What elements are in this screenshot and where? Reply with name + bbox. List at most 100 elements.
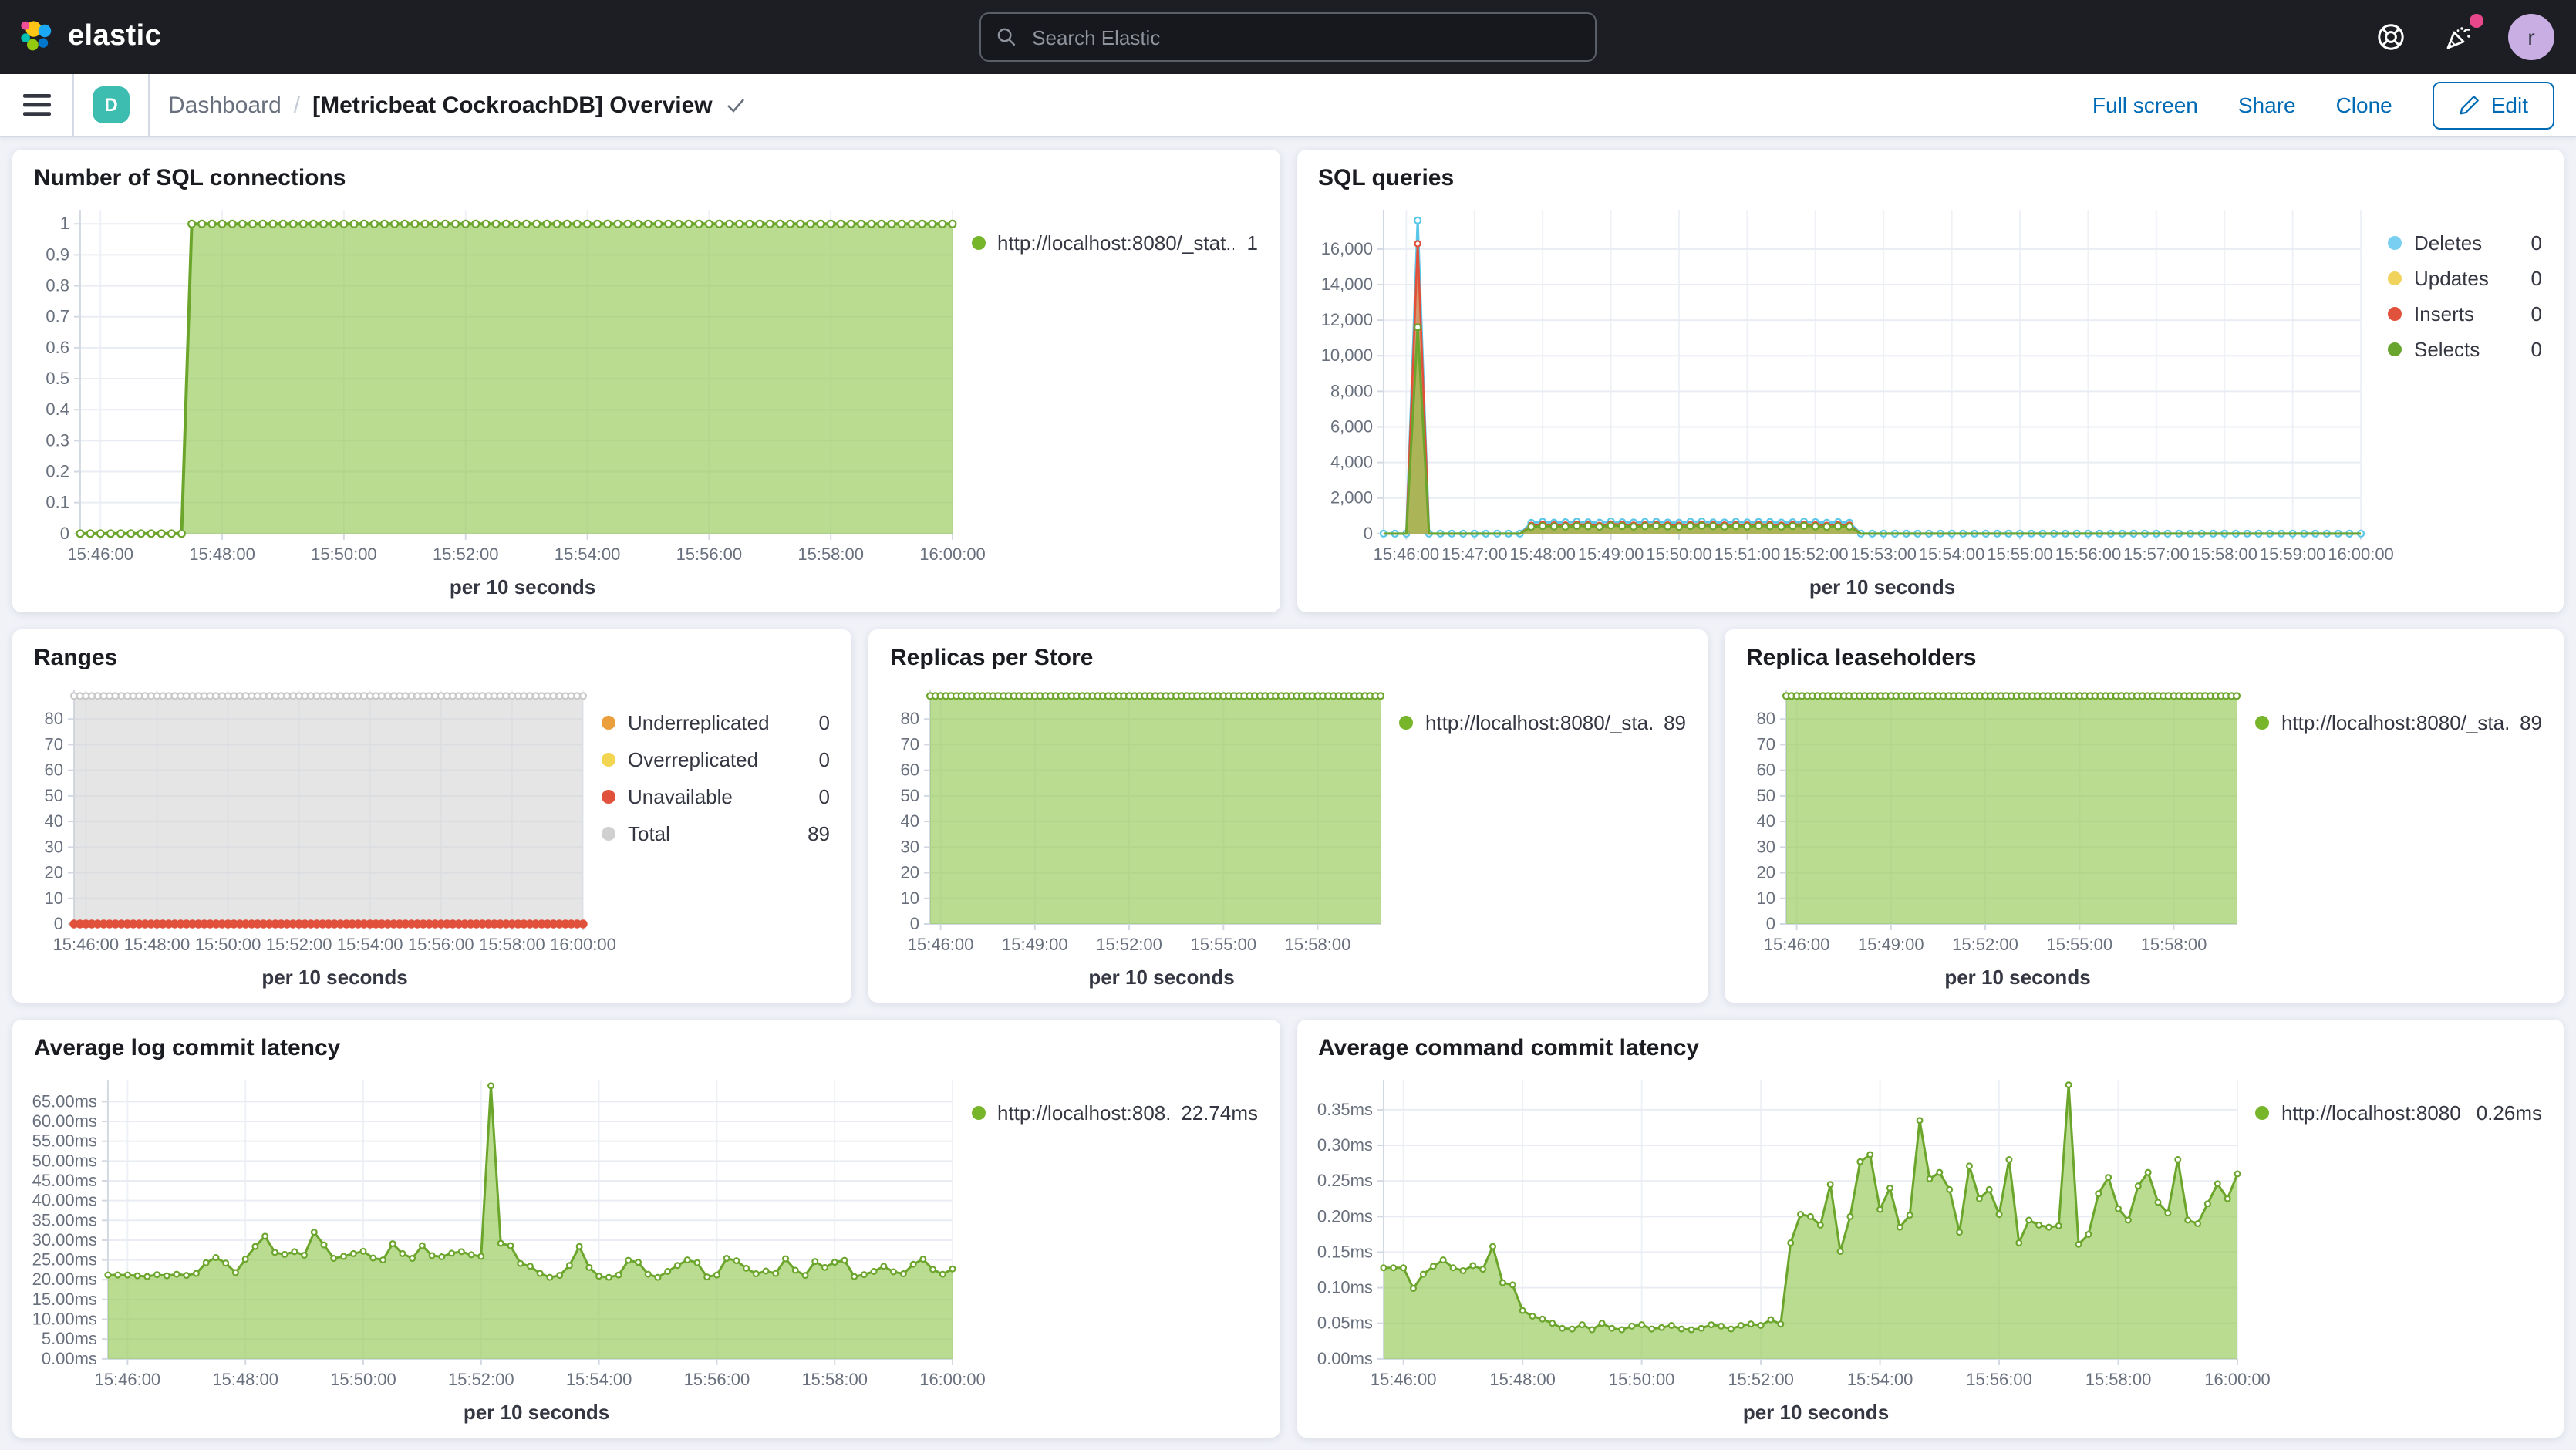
edit-button-label: Edit [2491, 93, 2528, 117]
legend-item[interactable]: Total89 [602, 822, 830, 845]
breadcrumb-dashboard-link[interactable]: Dashboard [168, 92, 282, 118]
panel-replica-leaseholders: Replica leaseholders 15:46:0015:49:0015:… [1725, 629, 2564, 1003]
legend-swatch [602, 827, 615, 841]
svg-text:10.00ms: 10.00ms [32, 1310, 97, 1329]
svg-text:30.00ms: 30.00ms [32, 1230, 97, 1249]
svg-text:0.3: 0.3 [46, 430, 69, 450]
svg-text:14,000: 14,000 [1320, 275, 1372, 294]
title-check-icon [725, 96, 747, 114]
replica-leaseholders-chart[interactable]: 15:46:0015:49:0015:52:0015:55:0015:58:00… [1731, 674, 2249, 964]
svg-text:15:55:00: 15:55:00 [1190, 935, 1256, 954]
legend-item[interactable]: Underreplicated0 [602, 711, 830, 734]
svg-text:40: 40 [45, 811, 63, 831]
menu-button[interactable] [0, 74, 74, 136]
command-commit-latency-chart[interactable]: 15:46:0015:48:0015:50:0015:52:0015:54:00… [1303, 1064, 2249, 1399]
legend-item[interactable]: http://localhost:808...22.74ms [971, 1101, 1258, 1125]
svg-text:15:52:00: 15:52:00 [1782, 545, 1848, 564]
panel-average-command-commit-latency: Average command commit latency 15:46:001… [1296, 1020, 2564, 1438]
svg-text:0.25ms: 0.25ms [1317, 1171, 1372, 1190]
legend-item[interactable]: http://localhost:8080...0.26ms [2255, 1101, 2542, 1125]
replicas-per-store-chart[interactable]: 15:46:0015:49:0015:52:0015:55:0015:58:00… [875, 674, 1393, 964]
legend-item[interactable]: Deletes0 [2388, 231, 2542, 255]
svg-text:1: 1 [60, 214, 69, 233]
svg-text:70: 70 [901, 734, 919, 754]
elastic-logo[interactable]: elastic [0, 19, 161, 56]
legend-swatch [2388, 307, 2402, 321]
svg-text:40: 40 [1757, 811, 1775, 831]
svg-text:10: 10 [45, 889, 63, 908]
panel-title: Average command commit latency [1296, 1029, 2564, 1064]
legend-value: 0 [2531, 338, 2542, 361]
svg-text:15:49:00: 15:49:00 [1577, 545, 1644, 564]
clone-button[interactable]: Clone [2336, 93, 2392, 117]
hamburger-icon [22, 94, 50, 116]
svg-text:15:54:00: 15:54:00 [566, 1370, 632, 1389]
edit-button[interactable]: Edit [2433, 81, 2554, 129]
legend-label: Updates [2414, 267, 2519, 290]
legend-swatch [971, 236, 985, 250]
svg-text:50: 50 [1757, 786, 1775, 805]
legend-label: http://localhost:8080/_sta... [2281, 711, 2507, 734]
global-search[interactable] [979, 12, 1597, 62]
svg-text:80: 80 [45, 709, 63, 728]
notification-badge [2470, 14, 2483, 28]
news-button[interactable] [2440, 19, 2477, 56]
sql-queries-chart[interactable]: 15:46:0015:47:0015:48:0015:49:0015:50:00… [1303, 194, 2382, 574]
legend-swatch [602, 753, 615, 767]
svg-text:55.00ms: 55.00ms [32, 1131, 97, 1151]
svg-text:15:50:00: 15:50:00 [1608, 1370, 1674, 1389]
panel-ranges: Ranges 15:46:0015:48:0015:50:0015:52:001… [12, 629, 851, 1003]
legend: http://localhost:8080/_sta... 89 [2249, 674, 2564, 1003]
svg-text:50: 50 [901, 786, 919, 805]
legend-value: 0.26ms [2477, 1101, 2542, 1125]
x-axis-title: per 10 seconds [875, 964, 1393, 1003]
svg-text:0.00ms: 0.00ms [1317, 1349, 1372, 1368]
svg-text:15:52:00: 15:52:00 [448, 1370, 514, 1389]
svg-text:0.20ms: 0.20ms [1317, 1206, 1372, 1226]
legend-item[interactable]: Updates0 [2388, 267, 2542, 290]
elastic-logo-icon [19, 19, 56, 56]
svg-text:45.00ms: 45.00ms [32, 1171, 97, 1190]
svg-text:15:48:00: 15:48:00 [1489, 1370, 1555, 1389]
legend-label: Deletes [2414, 231, 2519, 255]
share-button[interactable]: Share [2238, 93, 2296, 117]
help-button[interactable] [2372, 19, 2409, 56]
legend-swatch [602, 790, 615, 804]
sql-connections-chart[interactable]: 15:46:0015:48:0015:50:0015:52:0015:54:00… [19, 194, 965, 574]
svg-text:15:46:00: 15:46:00 [1764, 935, 1830, 954]
svg-text:15:46:00: 15:46:00 [1373, 545, 1439, 564]
panel-average-log-commit-latency: Average log commit latency 15:46:0015:48… [12, 1020, 1280, 1438]
user-avatar[interactable]: r [2508, 14, 2554, 60]
panel-replicas-per-store: Replicas per Store 15:46:0015:49:0015:52… [868, 629, 1708, 1003]
legend-value: 89 [2520, 711, 2542, 734]
svg-text:15:52:00: 15:52:00 [1727, 1370, 1793, 1389]
legend-item[interactable]: Unavailable0 [602, 785, 830, 808]
log-commit-latency-chart[interactable]: 15:46:0015:48:0015:50:0015:52:0015:54:00… [19, 1064, 965, 1399]
svg-text:0.5: 0.5 [46, 369, 69, 388]
svg-text:0.7: 0.7 [46, 307, 69, 326]
legend-value: 0 [819, 711, 830, 734]
search-input[interactable] [1029, 24, 1580, 50]
svg-text:20: 20 [45, 863, 63, 882]
legend-item[interactable]: Inserts0 [2388, 302, 2542, 325]
svg-text:20: 20 [901, 863, 919, 882]
svg-text:15:48:00: 15:48:00 [1509, 545, 1575, 564]
svg-text:0: 0 [910, 914, 919, 933]
full-screen-button[interactable]: Full screen [2092, 93, 2198, 117]
svg-text:15:52:00: 15:52:00 [433, 545, 499, 564]
svg-text:0.05ms: 0.05ms [1317, 1313, 1372, 1333]
legend-swatch [2255, 1106, 2269, 1120]
legend-item[interactable]: Overreplicated0 [602, 748, 830, 771]
space-avatar[interactable]: D [93, 86, 130, 123]
svg-text:80: 80 [901, 709, 919, 728]
legend-swatch [971, 1106, 985, 1120]
legend-item[interactable]: http://localhost:8080/_sta... 89 [2255, 711, 2542, 734]
legend-item[interactable]: http://localhost:8080/_stat...1 [971, 231, 1258, 255]
breadcrumb: Dashboard / [Metricbeat CockroachDB] Ove… [168, 92, 747, 118]
svg-text:15:56:00: 15:56:00 [1965, 1370, 2031, 1389]
svg-text:15:48:00: 15:48:00 [189, 545, 255, 564]
ranges-chart[interactable]: 15:46:0015:48:0015:50:0015:52:0015:54:00… [19, 674, 595, 964]
legend-item[interactable]: Selects0 [2388, 338, 2542, 361]
legend-item[interactable]: http://localhost:8080/_sta...89 [1399, 711, 1686, 734]
legend-swatch [2255, 716, 2269, 730]
